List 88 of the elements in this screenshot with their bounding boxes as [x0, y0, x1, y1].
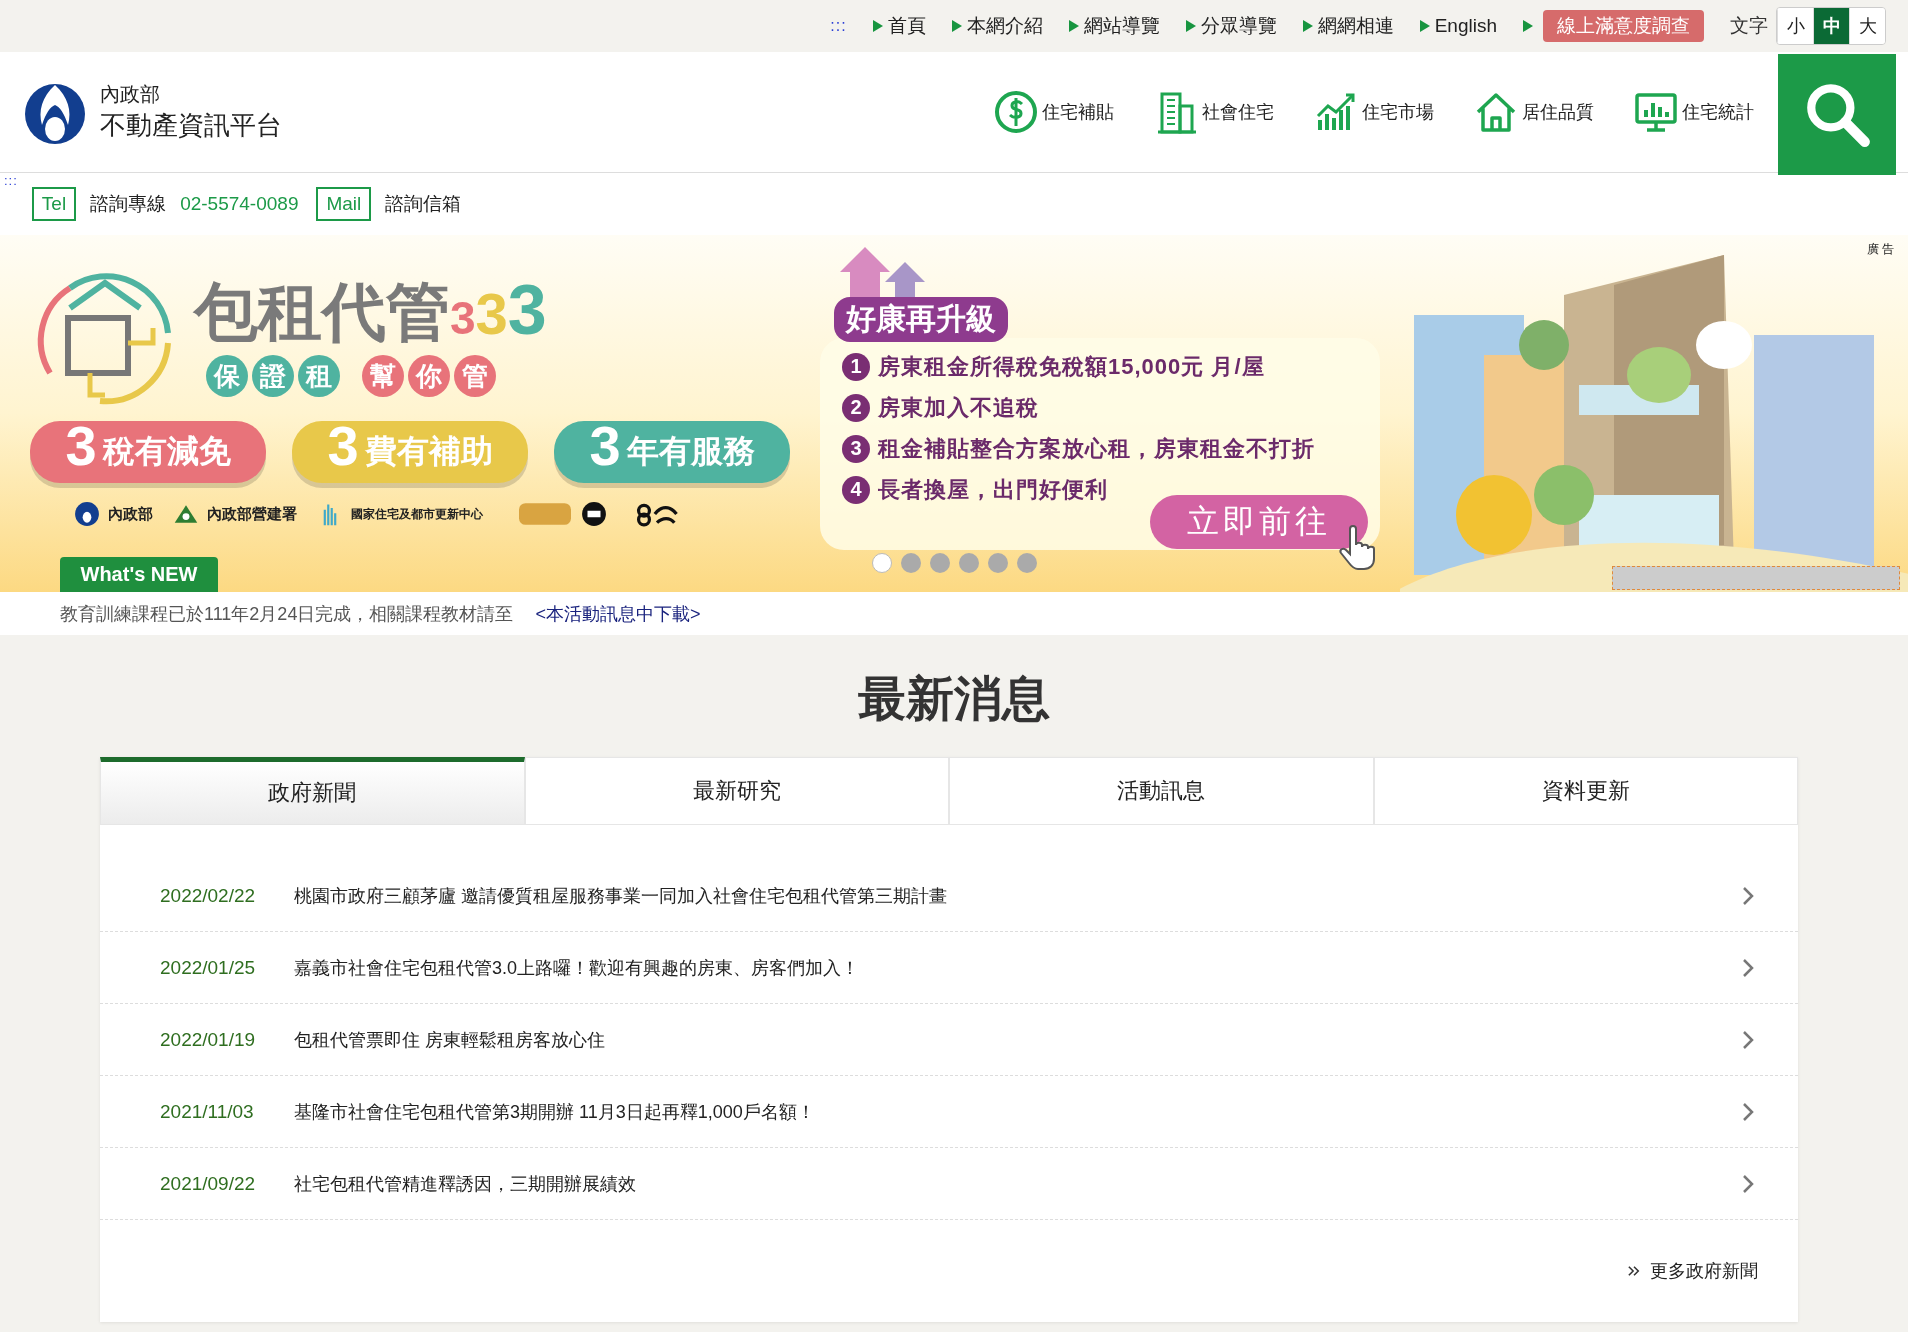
news-date: 2021/11/03 [160, 1100, 255, 1123]
partner-logo-text: 內政部營建署 [207, 504, 297, 524]
double-chevron-icon [1628, 1265, 1640, 1277]
news-tab[interactable]: 活動訊息 [949, 757, 1374, 825]
tagline-text: 保證租 [206, 355, 340, 397]
mail-badge: Mail [316, 187, 372, 221]
chevron-right-icon [1742, 1101, 1754, 1122]
emblem-icon [74, 501, 100, 527]
announcement-text: 教育訓練課程已於111年2月24日完成，相關課程教材請至 [60, 602, 514, 626]
news-tab[interactable]: 資料更新 [1373, 757, 1798, 825]
carousel-dot[interactable] [959, 553, 979, 573]
pointing-hand-icon [1338, 525, 1378, 571]
dollar-icon [994, 90, 1038, 134]
top-nav-link[interactable]: 網網相連 [1302, 13, 1394, 39]
more-news-link[interactable]: 更多政府新聞 [1650, 1259, 1758, 1283]
top-nav-link[interactable]: 網站導覽 [1068, 13, 1160, 39]
feature-pill: 3 年有服務 [554, 421, 790, 483]
number-badge: 4 [842, 475, 870, 504]
top-nav-link[interactable]: 首頁 [872, 13, 926, 39]
news-item[interactable]: 2021/09/22 社宅包租代管精進釋誘因，三期開辦展績效 [100, 1148, 1798, 1220]
feature-pill: 3 費有補助 [292, 421, 528, 483]
promo-heading: 好康再升級 [834, 297, 1008, 342]
chevron-right-icon [1742, 1173, 1754, 1194]
ad-label: 廣 告 [1866, 241, 1894, 258]
main-nav-link[interactable]: 住宅統計 [1634, 90, 1754, 134]
carousel-dot[interactable] [872, 553, 892, 573]
news-title: 社宅包租代管精進釋誘因，三期開辦展績效 [294, 1172, 637, 1196]
tel-badge: Tel [31, 187, 77, 221]
news-date: 2021/09/22 [160, 1172, 257, 1195]
download-link[interactable]: <本活動訊息中下載> [535, 601, 701, 626]
carousel-dot[interactable] [901, 553, 921, 573]
top-nav-link[interactable]: 分眾導覽 [1185, 13, 1277, 39]
mailbox-link[interactable]: 諮詢信箱 [385, 191, 462, 217]
news-date: 2022/01/25 [160, 956, 257, 979]
carousel-dot[interactable] [1017, 553, 1037, 573]
news-tab[interactable]: 政府新聞 [100, 757, 525, 825]
phone-link[interactable]: 02-5574-0089 [180, 193, 299, 215]
news-item[interactable]: 2022/01/19 包租代管票即住 房東輕鬆租房客放心住 [100, 1004, 1798, 1076]
accesskey-link[interactable]: ::: [4, 173, 18, 188]
banner[interactable]: 廣 告 包租代管333 保證租 幫你管 3 稅有減免 3 費有補助 3 年有服務 內政部 內政部營建署 國家住宅及都市更新中心 好康再升級 1 房東租金所得稅免稅額15,000元 月/屋 2 房東加入不追稅 3 租金補貼整合方案放心租，房東租金不打折 4 長者換屋，出門好便利 立即前往 What's NEW [0, 235, 1908, 592]
font-size-button[interactable]: 小 [1777, 8, 1813, 44]
font-size-label: 文字 [1730, 14, 1768, 38]
news-tab[interactable]: 最新研究 [524, 757, 949, 825]
main-nav-link[interactable]: 居住品質 [1474, 90, 1594, 134]
triangle-icon [1523, 20, 1533, 32]
number-badge: 1 [842, 352, 870, 381]
news-item[interactable]: 2022/01/25 嘉義市社會住宅包租代管3.0上路囉！歡迎有興趣的房東、房客們加入！ [100, 932, 1798, 1004]
partner-logo-text: 內政部 [108, 504, 153, 524]
number-badge: 2 [842, 393, 870, 422]
org-name: 內政部 [100, 82, 161, 107]
main-nav-link[interactable]: 住宅市場 [1314, 90, 1434, 134]
news-title: 包租代管票即住 房東輕鬆租房客放心住 [294, 1028, 606, 1052]
news-title: 基隆市社會住宅包租代管第3期開辦 11月3日起再釋1,000戶名額！ [294, 1100, 816, 1124]
news-title: 嘉義市社會住宅包租代管3.0上路囉！歡迎有興趣的房東、房客們加入！ [294, 956, 861, 980]
whats-new-tab[interactable]: What's NEW [60, 557, 218, 592]
partner-logo-text: 國家住宅及都市更新中心 [351, 505, 483, 523]
news-item[interactable]: 2022/02/22 桃園市政府三顧茅廬 邀請優質租屋服務事業一同加入社會住宅包租代管第三期計畫 [100, 860, 1798, 932]
carousel-dot[interactable] [930, 553, 950, 573]
main-nav-link[interactable]: 住宅補貼 [994, 90, 1114, 134]
accesskey-link[interactable]: ::: [830, 17, 847, 35]
feature-pill: 3 稅有減免 [30, 421, 266, 483]
news-date: 2022/02/22 [160, 884, 257, 907]
round-logo-icon [581, 501, 607, 527]
promo-item: 租金補貼整合方案放心租，房東租金不打折 [878, 434, 1315, 463]
site-title: 不動產資訊平台 [100, 109, 282, 142]
chevron-right-icon [1742, 1029, 1754, 1050]
chevron-right-icon [1742, 957, 1754, 978]
main-nav-link[interactable]: 社會住宅 [1154, 90, 1274, 134]
section-heading: 最新消息 [857, 671, 1051, 727]
tagline-text: 幫你管 [362, 355, 496, 397]
promo-item: 房東加入不追稅 [878, 393, 1039, 422]
font-size-button[interactable]: 中 [1813, 8, 1849, 44]
news-date: 2022/01/19 [160, 1028, 257, 1051]
news-item[interactable]: 2021/11/03 基隆市社會住宅包租代管第3期開辦 11月3日起再釋1,000戶名額！ [100, 1076, 1798, 1148]
hotline-label: 諮詢專線 [90, 192, 167, 216]
news-title: 桃園市政府三顧茅廬 邀請優質租屋服務事業一同加入社會住宅包租代管第三期計畫 [294, 884, 948, 908]
search-button[interactable] [1778, 53, 1896, 175]
top-nav-link[interactable]: English [1419, 15, 1497, 37]
number-badge: 3 [842, 434, 870, 463]
house-icon [1474, 90, 1518, 134]
chevron-right-icon [1742, 885, 1754, 906]
top-nav-link[interactable]: 本網介紹 [951, 13, 1043, 39]
monitor-chart-icon [1634, 90, 1678, 134]
promo-item: 長者換屋，出門好便利 [878, 475, 1108, 504]
carousel-dot[interactable] [988, 553, 1008, 573]
font-size-button[interactable]: 大 [1849, 8, 1885, 44]
banner-title: 包租代管333 [194, 275, 547, 345]
promo-item: 房東租金所得稅免稅額15,000元 月/屋 [878, 352, 1265, 381]
